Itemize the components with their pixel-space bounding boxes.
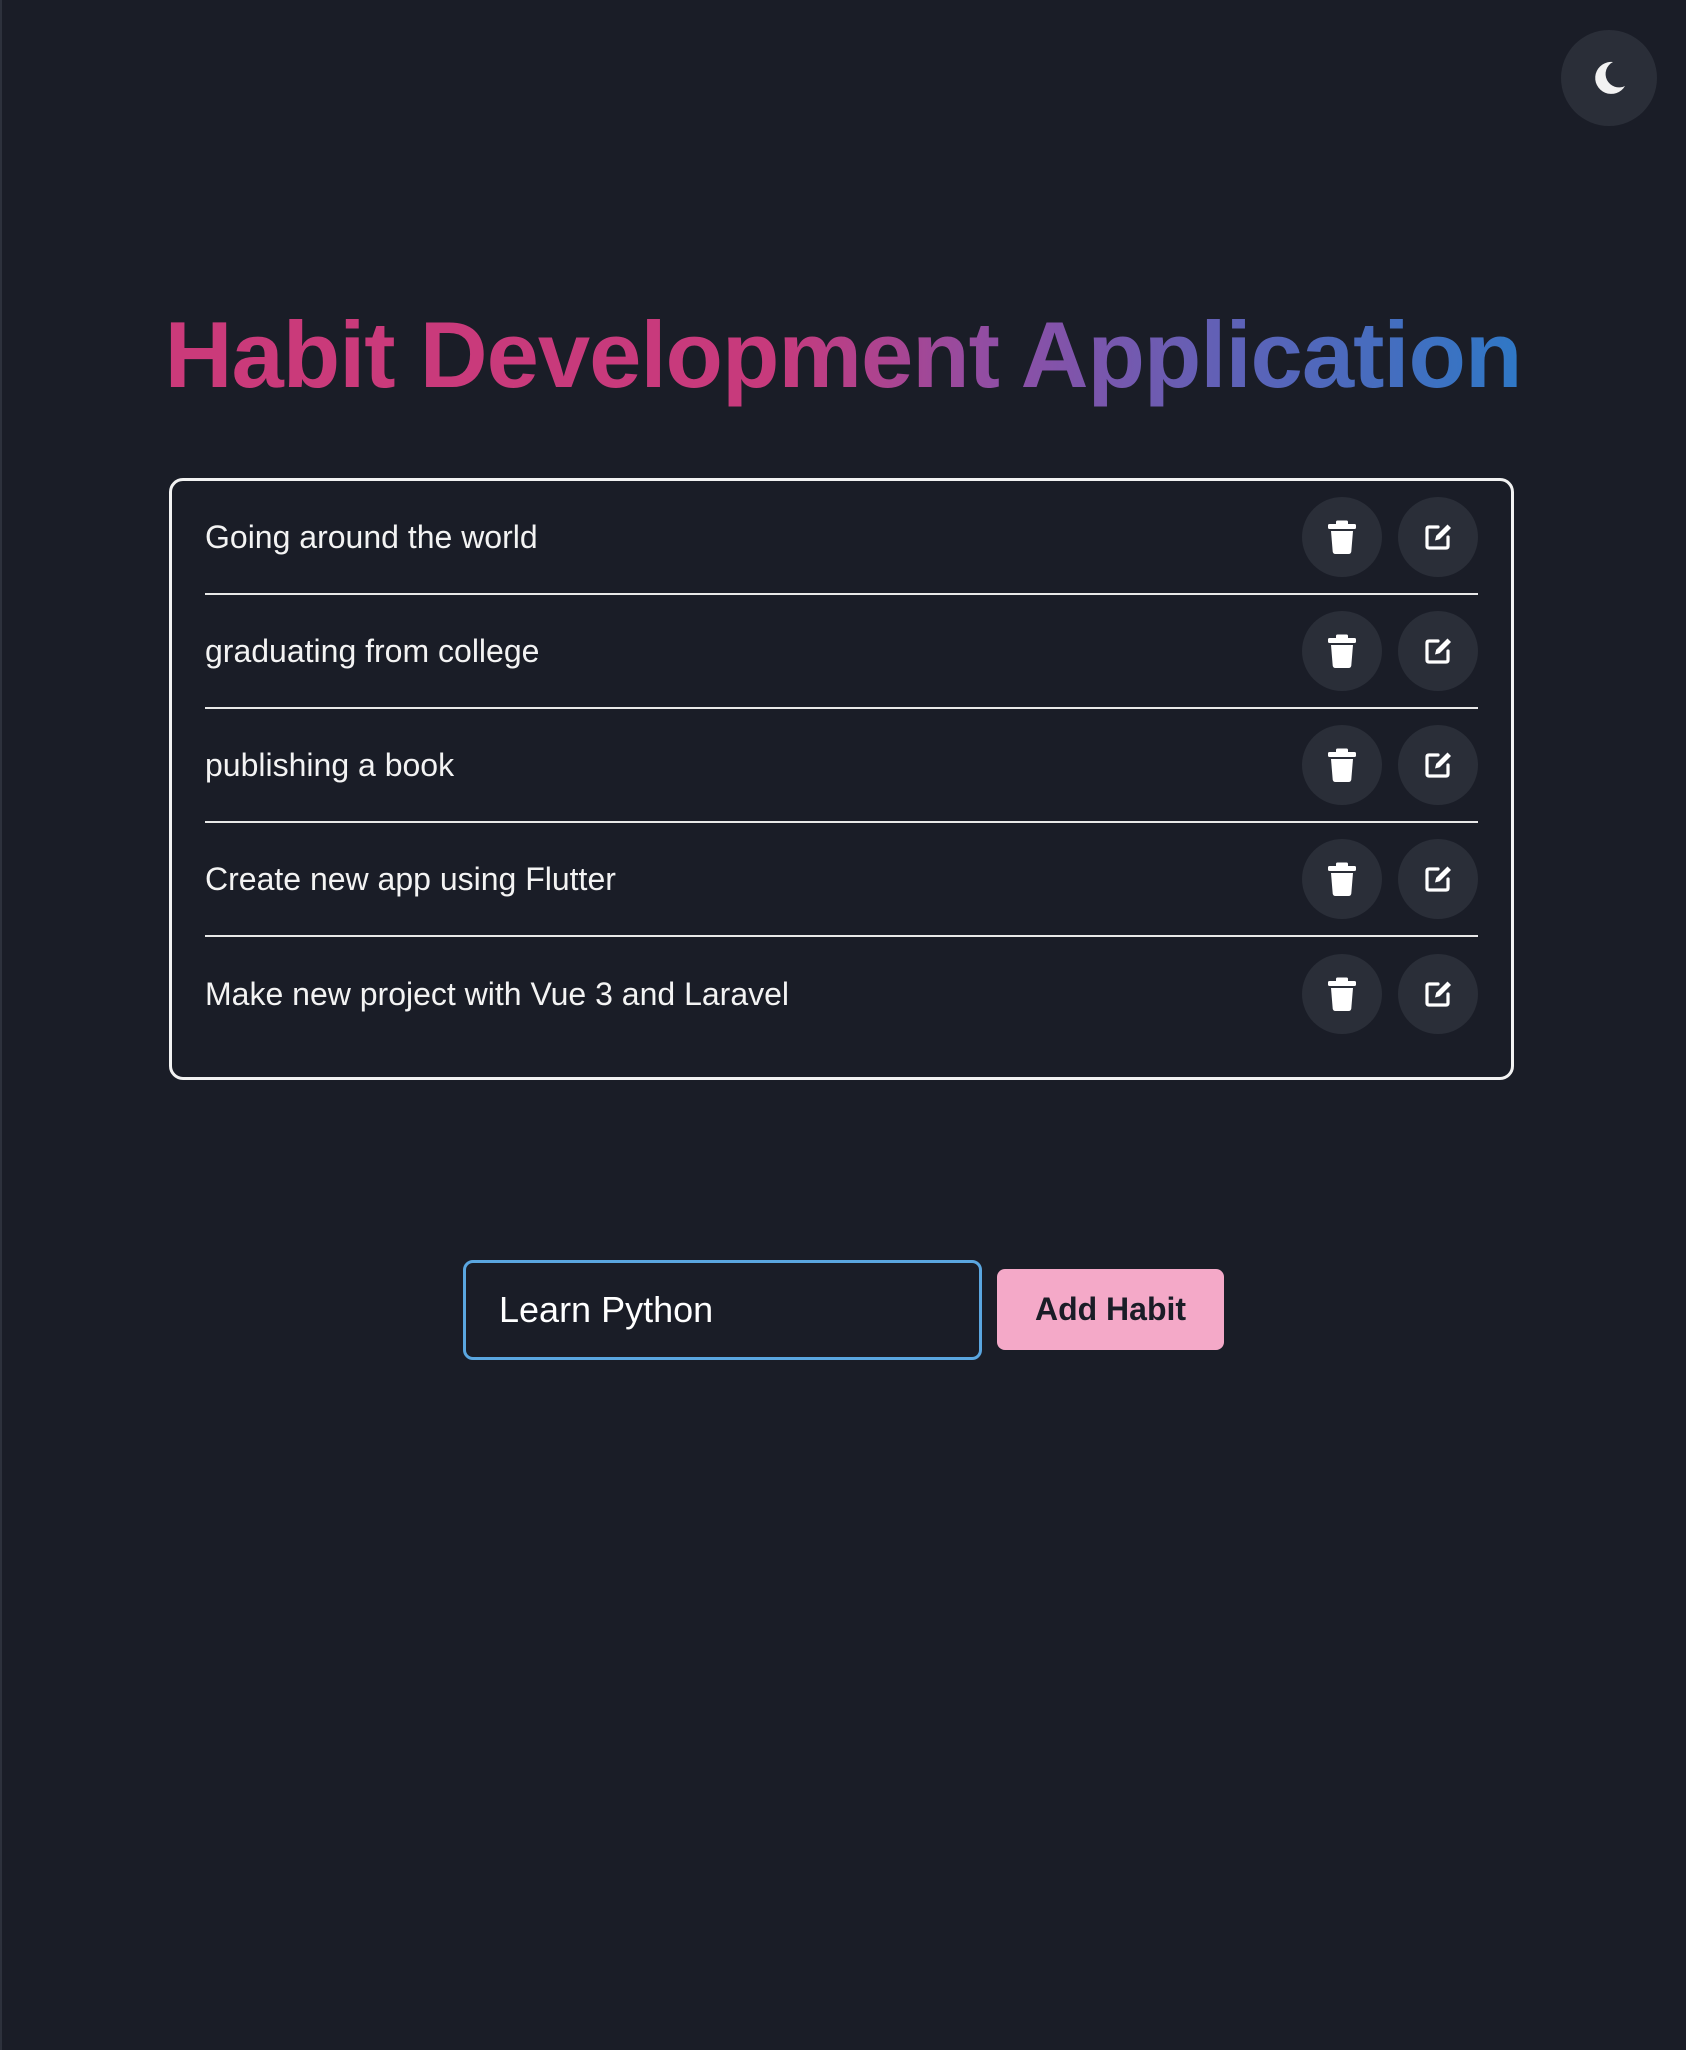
edit-icon — [1425, 524, 1451, 550]
new-habit-input[interactable] — [463, 1260, 982, 1360]
trash-icon — [1328, 520, 1356, 554]
delete-habit-button[interactable] — [1302, 611, 1382, 691]
habit-list: Going around the world graduating from c… — [205, 481, 1478, 1051]
edit-icon — [1425, 752, 1451, 778]
delete-habit-button[interactable] — [1302, 725, 1382, 805]
habit-text: publishing a book — [205, 746, 455, 783]
habit-row: graduating from college — [205, 595, 1478, 709]
habit-text: graduating from college — [205, 632, 540, 669]
trash-icon — [1328, 862, 1356, 896]
trash-icon — [1328, 634, 1356, 668]
habit-text: Going around the world — [205, 518, 538, 555]
delete-habit-button[interactable] — [1302, 839, 1382, 919]
edit-icon — [1425, 981, 1451, 1007]
edit-habit-button[interactable] — [1398, 725, 1478, 805]
habit-row: Going around the world — [205, 481, 1478, 595]
edit-habit-button[interactable] — [1398, 839, 1478, 919]
edit-habit-button[interactable] — [1398, 611, 1478, 691]
edit-icon — [1425, 866, 1451, 892]
page-title: Habit Development Application — [0, 290, 1686, 420]
edit-icon — [1425, 638, 1451, 664]
delete-habit-button[interactable] — [1302, 954, 1382, 1034]
edit-habit-button[interactable] — [1398, 497, 1478, 577]
habit-row: publishing a book — [205, 709, 1478, 823]
trash-icon — [1328, 977, 1356, 1011]
theme-toggle-button[interactable] — [1561, 30, 1657, 126]
trash-icon — [1328, 748, 1356, 782]
delete-habit-button[interactable] — [1302, 497, 1382, 577]
habit-text: Make new project with Vue 3 and Laravel — [205, 975, 790, 1012]
edit-habit-button[interactable] — [1398, 954, 1478, 1034]
moon-icon — [1595, 61, 1625, 94]
add-habit-button[interactable]: Add Habit — [997, 1269, 1224, 1350]
habit-text: Create new app using Flutter — [205, 860, 616, 897]
habit-row: Create new app using Flutter — [205, 823, 1478, 937]
habit-list-card: Going around the world graduating from c… — [169, 478, 1514, 1080]
page-title-text: Habit Development Application — [164, 302, 1523, 407]
habit-row: Make new project with Vue 3 and Laravel — [205, 937, 1478, 1051]
